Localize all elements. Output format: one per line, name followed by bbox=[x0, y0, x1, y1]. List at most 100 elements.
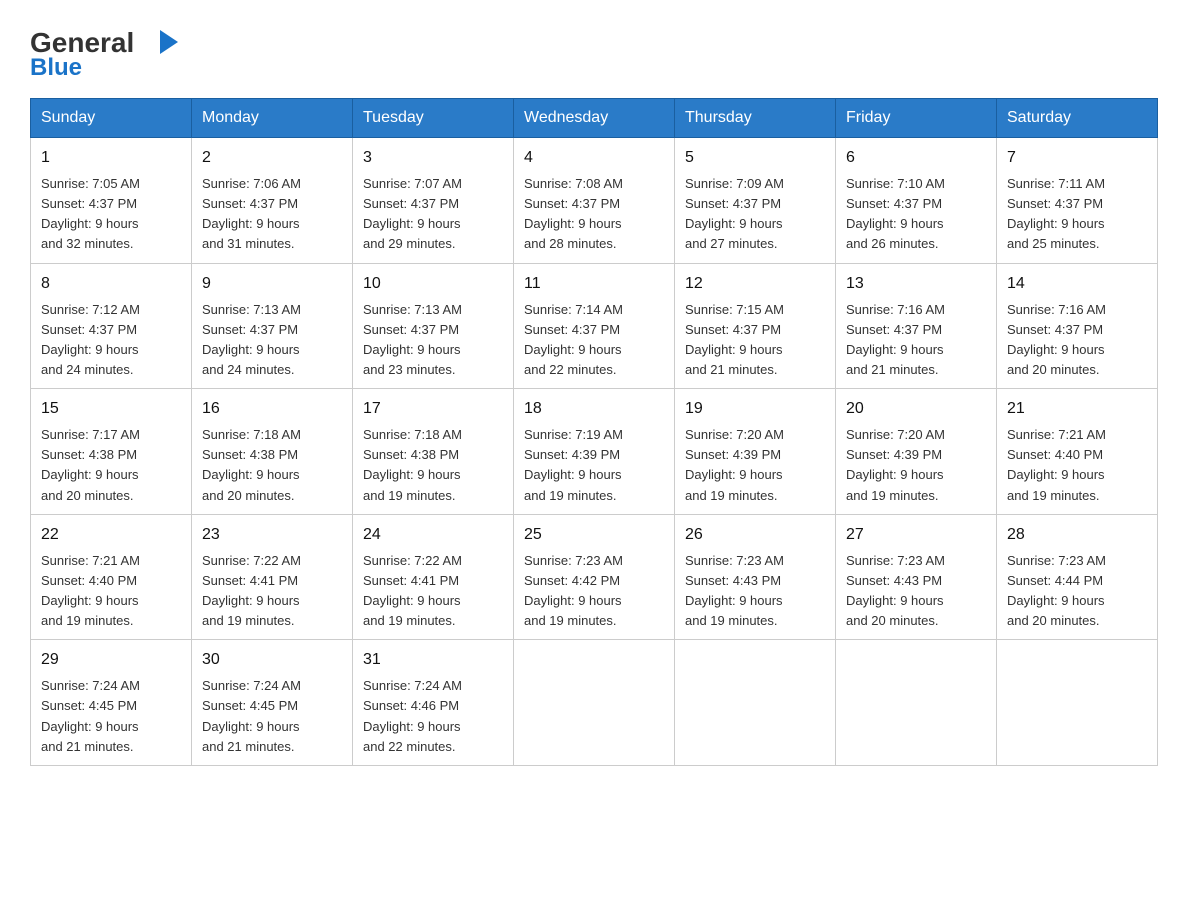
day-info: Sunrise: 7:05 AMSunset: 4:37 PMDaylight:… bbox=[41, 176, 140, 251]
day-info: Sunrise: 7:14 AMSunset: 4:37 PMDaylight:… bbox=[524, 302, 623, 377]
day-cell: 21 Sunrise: 7:21 AMSunset: 4:40 PMDaylig… bbox=[997, 389, 1158, 515]
day-cell: 10 Sunrise: 7:13 AMSunset: 4:37 PMDaylig… bbox=[353, 263, 514, 389]
day-number: 19 bbox=[685, 397, 825, 421]
day-cell: 22 Sunrise: 7:21 AMSunset: 4:40 PMDaylig… bbox=[31, 514, 192, 640]
day-cell: 31 Sunrise: 7:24 AMSunset: 4:46 PMDaylig… bbox=[353, 640, 514, 766]
day-info: Sunrise: 7:24 AMSunset: 4:45 PMDaylight:… bbox=[202, 678, 301, 753]
svg-text:Blue: Blue bbox=[30, 54, 82, 80]
day-cell: 15 Sunrise: 7:17 AMSunset: 4:38 PMDaylig… bbox=[31, 389, 192, 515]
day-cell: 6 Sunrise: 7:10 AMSunset: 4:37 PMDayligh… bbox=[836, 138, 997, 264]
day-cell: 24 Sunrise: 7:22 AMSunset: 4:41 PMDaylig… bbox=[353, 514, 514, 640]
day-number: 22 bbox=[41, 523, 181, 547]
day-cell: 27 Sunrise: 7:23 AMSunset: 4:43 PMDaylig… bbox=[836, 514, 997, 640]
day-cell bbox=[836, 640, 997, 766]
day-number: 2 bbox=[202, 146, 342, 170]
week-row-1: 1 Sunrise: 7:05 AMSunset: 4:37 PMDayligh… bbox=[31, 138, 1158, 264]
day-number: 18 bbox=[524, 397, 664, 421]
week-row-2: 8 Sunrise: 7:12 AMSunset: 4:37 PMDayligh… bbox=[31, 263, 1158, 389]
day-number: 26 bbox=[685, 523, 825, 547]
day-number: 28 bbox=[1007, 523, 1147, 547]
day-cell: 4 Sunrise: 7:08 AMSunset: 4:37 PMDayligh… bbox=[514, 138, 675, 264]
day-number: 15 bbox=[41, 397, 181, 421]
weekday-header-sunday: Sunday bbox=[31, 99, 192, 138]
day-cell: 8 Sunrise: 7:12 AMSunset: 4:37 PMDayligh… bbox=[31, 263, 192, 389]
day-cell: 3 Sunrise: 7:07 AMSunset: 4:37 PMDayligh… bbox=[353, 138, 514, 264]
day-number: 21 bbox=[1007, 397, 1147, 421]
day-cell: 26 Sunrise: 7:23 AMSunset: 4:43 PMDaylig… bbox=[675, 514, 836, 640]
day-number: 30 bbox=[202, 648, 342, 672]
day-info: Sunrise: 7:23 AMSunset: 4:43 PMDaylight:… bbox=[846, 553, 945, 628]
day-number: 5 bbox=[685, 146, 825, 170]
day-info: Sunrise: 7:06 AMSunset: 4:37 PMDaylight:… bbox=[202, 176, 301, 251]
day-cell: 1 Sunrise: 7:05 AMSunset: 4:37 PMDayligh… bbox=[31, 138, 192, 264]
day-number: 29 bbox=[41, 648, 181, 672]
day-info: Sunrise: 7:24 AMSunset: 4:45 PMDaylight:… bbox=[41, 678, 140, 753]
day-cell: 20 Sunrise: 7:20 AMSunset: 4:39 PMDaylig… bbox=[836, 389, 997, 515]
day-cell: 28 Sunrise: 7:23 AMSunset: 4:44 PMDaylig… bbox=[997, 514, 1158, 640]
day-number: 14 bbox=[1007, 272, 1147, 296]
day-cell: 30 Sunrise: 7:24 AMSunset: 4:45 PMDaylig… bbox=[192, 640, 353, 766]
day-cell: 9 Sunrise: 7:13 AMSunset: 4:37 PMDayligh… bbox=[192, 263, 353, 389]
day-cell: 13 Sunrise: 7:16 AMSunset: 4:37 PMDaylig… bbox=[836, 263, 997, 389]
day-cell: 2 Sunrise: 7:06 AMSunset: 4:37 PMDayligh… bbox=[192, 138, 353, 264]
weekday-header-friday: Friday bbox=[836, 99, 997, 138]
day-info: Sunrise: 7:18 AMSunset: 4:38 PMDaylight:… bbox=[202, 427, 301, 502]
day-number: 12 bbox=[685, 272, 825, 296]
weekday-header-row: SundayMondayTuesdayWednesdayThursdayFrid… bbox=[31, 99, 1158, 138]
day-number: 31 bbox=[363, 648, 503, 672]
day-number: 13 bbox=[846, 272, 986, 296]
day-info: Sunrise: 7:12 AMSunset: 4:37 PMDaylight:… bbox=[41, 302, 140, 377]
week-row-3: 15 Sunrise: 7:17 AMSunset: 4:38 PMDaylig… bbox=[31, 389, 1158, 515]
weekday-header-saturday: Saturday bbox=[997, 99, 1158, 138]
week-row-4: 22 Sunrise: 7:21 AMSunset: 4:40 PMDaylig… bbox=[31, 514, 1158, 640]
day-cell: 18 Sunrise: 7:19 AMSunset: 4:39 PMDaylig… bbox=[514, 389, 675, 515]
day-number: 6 bbox=[846, 146, 986, 170]
day-number: 20 bbox=[846, 397, 986, 421]
calendar-table: SundayMondayTuesdayWednesdayThursdayFrid… bbox=[30, 98, 1158, 766]
page-header: General Blue bbox=[30, 20, 1158, 80]
day-info: Sunrise: 7:20 AMSunset: 4:39 PMDaylight:… bbox=[685, 427, 784, 502]
weekday-header-tuesday: Tuesday bbox=[353, 99, 514, 138]
day-info: Sunrise: 7:24 AMSunset: 4:46 PMDaylight:… bbox=[363, 678, 462, 753]
day-info: Sunrise: 7:23 AMSunset: 4:44 PMDaylight:… bbox=[1007, 553, 1106, 628]
weekday-header-monday: Monday bbox=[192, 99, 353, 138]
day-cell: 19 Sunrise: 7:20 AMSunset: 4:39 PMDaylig… bbox=[675, 389, 836, 515]
day-cell: 16 Sunrise: 7:18 AMSunset: 4:38 PMDaylig… bbox=[192, 389, 353, 515]
day-cell: 29 Sunrise: 7:24 AMSunset: 4:45 PMDaylig… bbox=[31, 640, 192, 766]
logo-svg: General Blue bbox=[30, 20, 190, 80]
day-cell: 25 Sunrise: 7:23 AMSunset: 4:42 PMDaylig… bbox=[514, 514, 675, 640]
day-number: 9 bbox=[202, 272, 342, 296]
day-number: 7 bbox=[1007, 146, 1147, 170]
day-info: Sunrise: 7:16 AMSunset: 4:37 PMDaylight:… bbox=[1007, 302, 1106, 377]
weekday-header-wednesday: Wednesday bbox=[514, 99, 675, 138]
weekday-header-thursday: Thursday bbox=[675, 99, 836, 138]
day-info: Sunrise: 7:15 AMSunset: 4:37 PMDaylight:… bbox=[685, 302, 784, 377]
day-info: Sunrise: 7:23 AMSunset: 4:42 PMDaylight:… bbox=[524, 553, 623, 628]
day-cell: 23 Sunrise: 7:22 AMSunset: 4:41 PMDaylig… bbox=[192, 514, 353, 640]
day-number: 4 bbox=[524, 146, 664, 170]
day-info: Sunrise: 7:23 AMSunset: 4:43 PMDaylight:… bbox=[685, 553, 784, 628]
day-info: Sunrise: 7:21 AMSunset: 4:40 PMDaylight:… bbox=[1007, 427, 1106, 502]
day-info: Sunrise: 7:13 AMSunset: 4:37 PMDaylight:… bbox=[363, 302, 462, 377]
day-info: Sunrise: 7:07 AMSunset: 4:37 PMDaylight:… bbox=[363, 176, 462, 251]
day-number: 8 bbox=[41, 272, 181, 296]
day-number: 1 bbox=[41, 146, 181, 170]
day-cell bbox=[675, 640, 836, 766]
day-cell: 11 Sunrise: 7:14 AMSunset: 4:37 PMDaylig… bbox=[514, 263, 675, 389]
day-number: 24 bbox=[363, 523, 503, 547]
day-number: 23 bbox=[202, 523, 342, 547]
day-number: 16 bbox=[202, 397, 342, 421]
day-info: Sunrise: 7:08 AMSunset: 4:37 PMDaylight:… bbox=[524, 176, 623, 251]
day-info: Sunrise: 7:09 AMSunset: 4:37 PMDaylight:… bbox=[685, 176, 784, 251]
day-number: 25 bbox=[524, 523, 664, 547]
day-info: Sunrise: 7:18 AMSunset: 4:38 PMDaylight:… bbox=[363, 427, 462, 502]
day-cell: 7 Sunrise: 7:11 AMSunset: 4:37 PMDayligh… bbox=[997, 138, 1158, 264]
day-cell: 12 Sunrise: 7:15 AMSunset: 4:37 PMDaylig… bbox=[675, 263, 836, 389]
day-number: 27 bbox=[846, 523, 986, 547]
day-info: Sunrise: 7:22 AMSunset: 4:41 PMDaylight:… bbox=[363, 553, 462, 628]
day-number: 3 bbox=[363, 146, 503, 170]
week-row-5: 29 Sunrise: 7:24 AMSunset: 4:45 PMDaylig… bbox=[31, 640, 1158, 766]
day-info: Sunrise: 7:19 AMSunset: 4:39 PMDaylight:… bbox=[524, 427, 623, 502]
day-info: Sunrise: 7:20 AMSunset: 4:39 PMDaylight:… bbox=[846, 427, 945, 502]
day-cell bbox=[997, 640, 1158, 766]
